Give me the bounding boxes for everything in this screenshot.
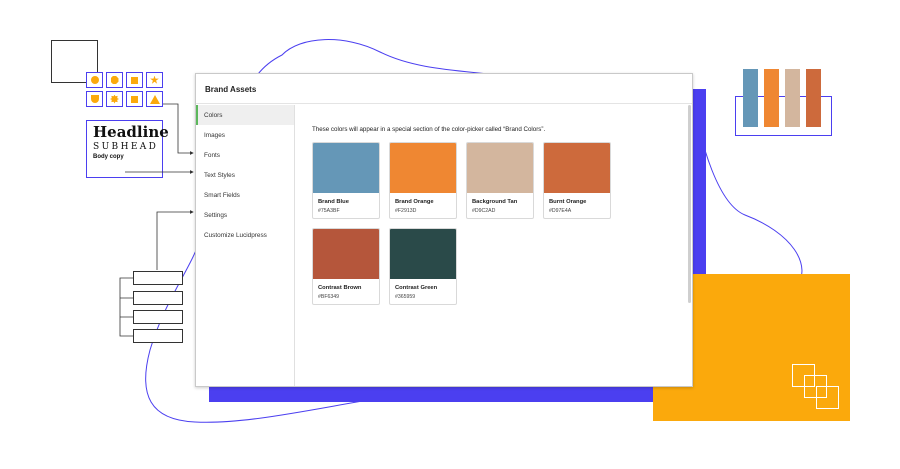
color-hex: #D9C2AD xyxy=(472,208,496,214)
color-swatch xyxy=(390,143,456,193)
scrollbar[interactable] xyxy=(688,105,691,303)
sidebar: Colors Images Fonts Text Styles Smart Fi… xyxy=(196,105,295,386)
color-name: Brand Orange xyxy=(395,199,434,205)
color-hex: #75A3BF xyxy=(318,208,340,214)
color-card[interactable]: Contrast Green #365959 xyxy=(389,228,457,305)
swatch-bar xyxy=(743,69,758,127)
color-hex: #F2913D xyxy=(395,208,417,214)
color-name: Background Tan xyxy=(472,199,518,205)
color-hex: #365959 xyxy=(395,294,416,300)
window-header: Brand Assets xyxy=(196,74,692,104)
color-name: Brand Blue xyxy=(318,199,349,205)
swatch-bar xyxy=(764,69,779,127)
color-swatch xyxy=(544,143,610,193)
color-card[interactable]: Brand Orange #F2913D xyxy=(389,142,457,219)
sidebar-item-text-styles[interactable]: Text Styles xyxy=(196,165,294,185)
stage: Headline SUBHEAD Body copy Brand Assets … xyxy=(0,0,900,469)
color-card[interactable]: Background Tan #D9C2AD xyxy=(466,142,534,219)
sidebar-item-customize[interactable]: Customize Lucidpress xyxy=(196,225,294,245)
sidebar-item-settings[interactable]: Settings xyxy=(196,205,294,225)
color-card[interactable]: Brand Blue #75A3BF xyxy=(312,142,380,219)
color-hex: #D97E4A xyxy=(549,208,572,214)
sidebar-item-images[interactable]: Images xyxy=(196,125,294,145)
brand-assets-window: Brand Assets Colors Images Fonts Text St… xyxy=(195,73,693,387)
color-swatch xyxy=(313,229,379,279)
color-card[interactable]: Contrast Brown #BF6349 xyxy=(312,228,380,305)
color-swatch xyxy=(390,229,456,279)
sidebar-item-fonts[interactable]: Fonts xyxy=(196,145,294,165)
color-name: Contrast Green xyxy=(395,285,438,291)
color-hex: #BF6349 xyxy=(318,294,340,300)
color-swatch xyxy=(313,143,379,193)
color-name: Contrast Brown xyxy=(318,285,362,291)
color-swatch xyxy=(467,143,533,193)
sidebar-item-colors[interactable]: Colors xyxy=(196,105,294,125)
swatch-bar xyxy=(806,69,821,127)
color-card[interactable]: Burnt Orange #D97E4A xyxy=(543,142,611,219)
colors-panel: These colors will appear in a special se… xyxy=(296,105,686,386)
window-title: Brand Assets xyxy=(205,85,257,94)
swatch-bar xyxy=(785,69,800,127)
sidebar-item-smart-fields[interactable]: Smart Fields xyxy=(196,185,294,205)
color-name: Burnt Orange xyxy=(549,199,587,205)
color-cards: Brand Blue #75A3BF Brand Orange #F2913D … xyxy=(312,142,670,305)
colors-description: These colors will appear in a special se… xyxy=(312,126,546,133)
